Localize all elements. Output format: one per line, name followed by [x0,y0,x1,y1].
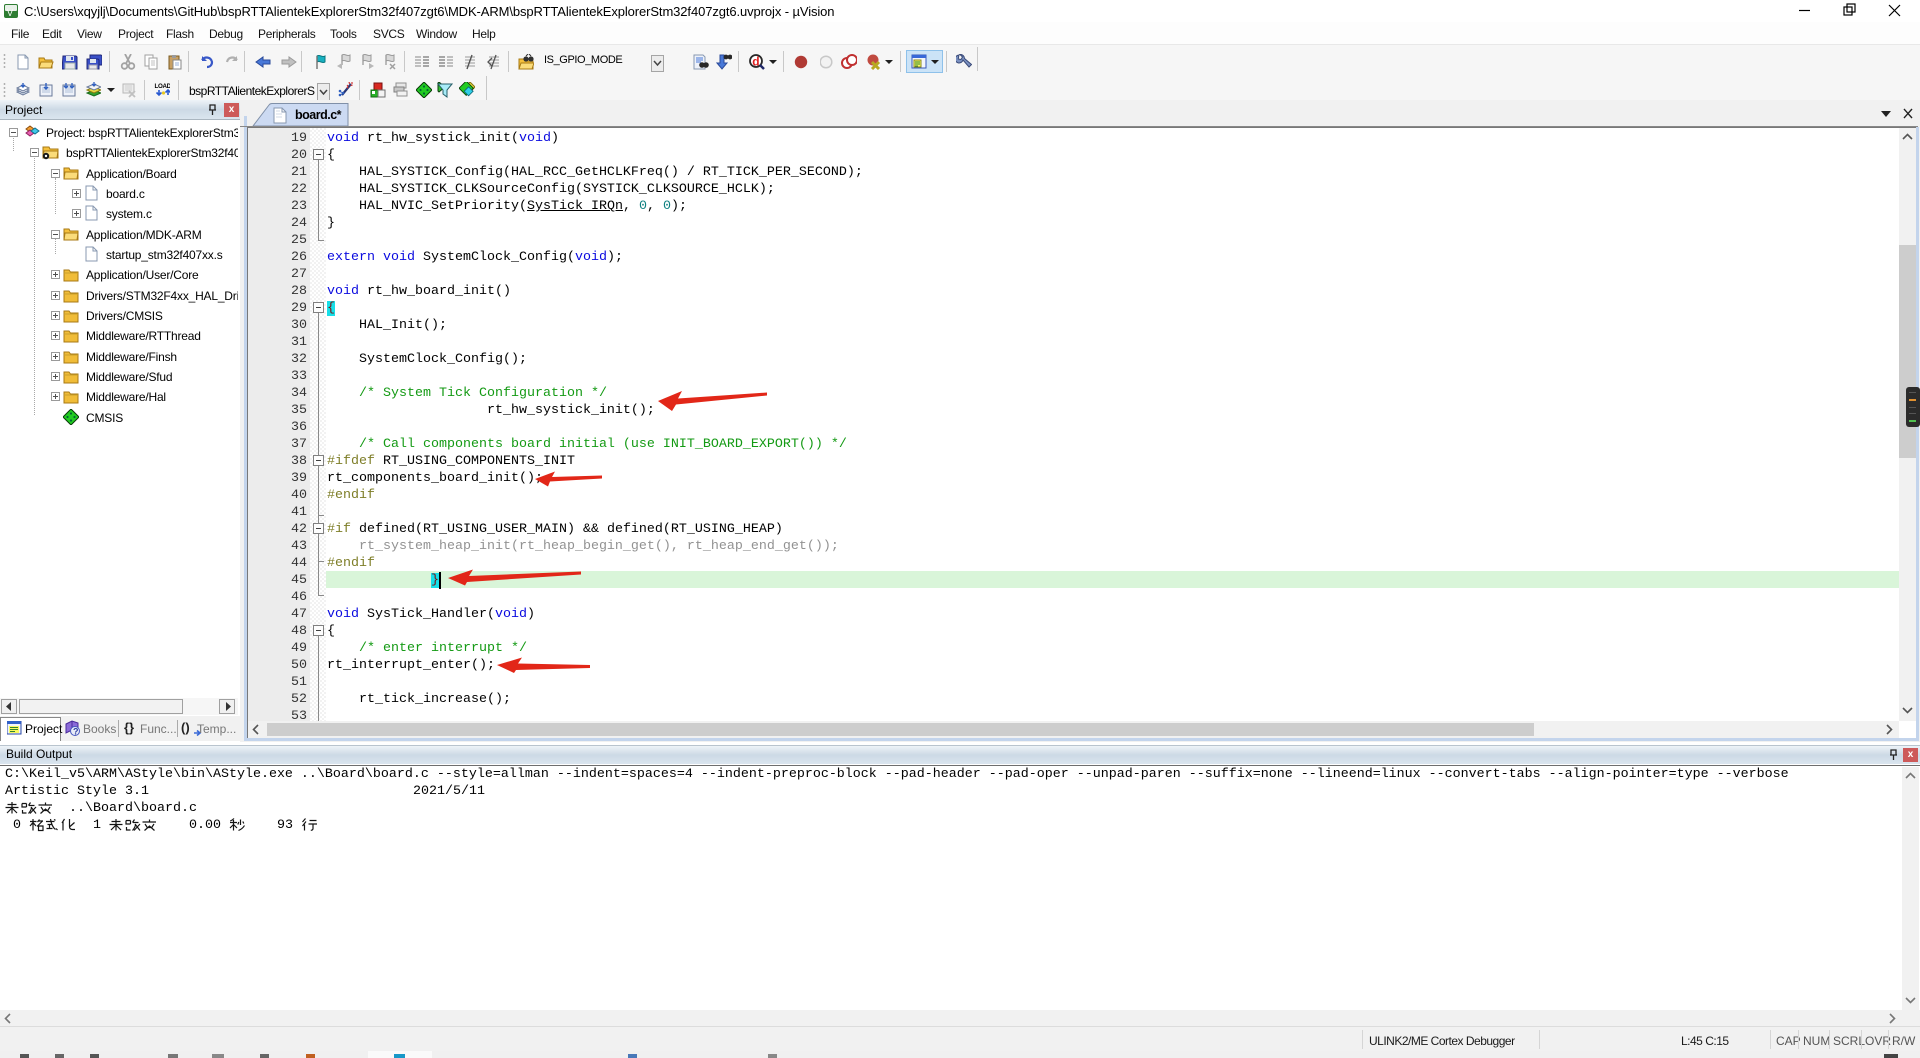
svg-text:?: ? [73,727,79,737]
svg-text:V: V [7,8,13,18]
svg-text:LOAD: LOAD [155,83,171,90]
svg-text:d: d [752,55,759,69]
